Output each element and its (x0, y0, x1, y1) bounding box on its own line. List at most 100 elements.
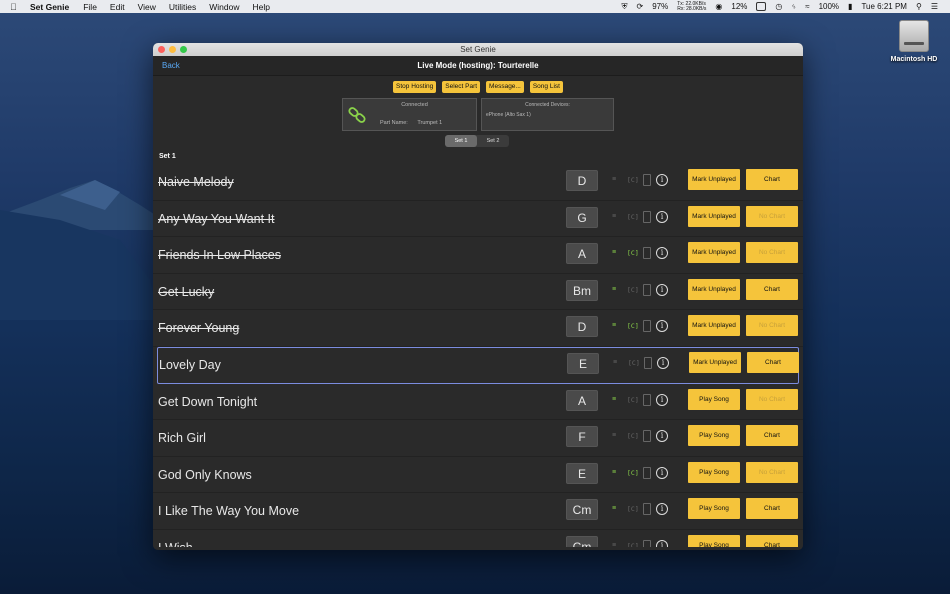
song-list[interactable]: Naive Melody D ≡ [C] i Mark Unplayed Chart Any … (153, 164, 803, 547)
apple-menu-icon[interactable]:  (10, 2, 24, 12)
chords-icon[interactable]: [C] (627, 540, 639, 547)
song-key[interactable]: Bm (566, 279, 598, 301)
play-song-button[interactable]: Play Song (688, 425, 740, 447)
no-chart-button[interactable]: No Chart (746, 205, 798, 227)
chords-icon[interactable]: [C] (627, 503, 639, 515)
wifi-icon[interactable]: ≈ (805, 2, 809, 11)
lyrics-icon[interactable]: ≡ (612, 430, 622, 442)
info-icon[interactable]: i (656, 247, 668, 260)
select-part-button[interactable]: Select Part (442, 81, 481, 93)
song-row[interactable]: Get Down Tonight A ≡ [C] i Play Song No Chart (153, 384, 803, 421)
title-bar[interactable]: Set Genie (153, 43, 803, 56)
clock[interactable]: Tue 6:21 PM (861, 2, 907, 11)
lyrics-icon[interactable]: ≡ (612, 247, 622, 259)
chords-icon[interactable]: [C] (627, 430, 639, 442)
chords-icon[interactable]: [C] (627, 467, 639, 479)
mark-unplayed-button[interactable]: Mark Unplayed (688, 242, 740, 264)
menu-file[interactable]: File (83, 2, 97, 12)
chords-icon[interactable]: [C] (627, 284, 639, 296)
menu-edit[interactable]: Edit (110, 2, 125, 12)
no-chart-button[interactable]: No Chart (746, 388, 798, 410)
lyrics-icon[interactable]: ≡ (612, 320, 622, 332)
song-row[interactable]: Get Lucky Bm ≡ [C] i Mark Unplayed Chart (153, 274, 803, 311)
play-song-button[interactable]: Play Song (688, 498, 740, 520)
chart-button[interactable]: Chart (747, 352, 799, 373)
zoom-button[interactable] (180, 46, 187, 53)
chords-icon[interactable]: [C] (627, 320, 639, 332)
chords-icon[interactable]: [C] (627, 211, 639, 223)
back-button[interactable]: Back (162, 61, 180, 70)
lyrics-icon[interactable]: ≡ (612, 394, 622, 406)
info-icon[interactable]: i (656, 430, 668, 443)
song-key[interactable]: A (566, 389, 598, 411)
song-row[interactable]: Naive Melody D ≡ [C] i Mark Unplayed Chart (153, 164, 803, 201)
lyrics-icon[interactable]: ≡ (612, 467, 622, 479)
notes-icon[interactable] (644, 357, 652, 369)
mark-unplayed-button[interactable]: Mark Unplayed (688, 278, 740, 300)
battery-percent[interactable]: 100% (819, 2, 839, 11)
notes-icon[interactable] (643, 466, 651, 479)
notes-icon[interactable] (643, 247, 651, 260)
info-icon[interactable]: i (657, 357, 669, 369)
chart-button[interactable]: Chart (746, 535, 798, 547)
song-key[interactable]: D (566, 170, 598, 191)
chart-button[interactable]: Chart (746, 425, 798, 447)
close-button[interactable] (158, 46, 165, 53)
lyrics-icon[interactable]: ≡ (612, 540, 622, 547)
mark-unplayed-button[interactable]: Mark Unplayed (688, 315, 740, 337)
notes-icon[interactable] (643, 540, 651, 547)
chart-button[interactable]: Chart (746, 278, 798, 300)
info-icon[interactable]: i (656, 320, 668, 333)
menu-help[interactable]: Help (253, 2, 270, 12)
battery-percent-1[interactable]: 97% (652, 2, 668, 11)
notes-icon[interactable] (643, 283, 651, 296)
info-icon[interactable]: i (656, 210, 668, 223)
song-key[interactable]: A (566, 243, 598, 265)
control-center-icon[interactable]: ☰ (931, 2, 938, 11)
play-song-button[interactable]: Play Song (688, 461, 740, 483)
song-key[interactable]: D (566, 316, 598, 338)
info-icon[interactable]: i (656, 503, 668, 516)
notes-icon[interactable] (643, 210, 651, 223)
lyrics-icon[interactable]: ≡ (612, 174, 622, 186)
song-key[interactable]: Cm (566, 499, 598, 521)
no-chart-button[interactable]: No Chart (746, 242, 798, 264)
battery-icon[interactable]: ▮ (848, 2, 852, 11)
song-row[interactable]: Forever Young D ≡ [C] i Mark Unplayed No Chart (153, 310, 803, 347)
song-list-button[interactable]: Song List (529, 81, 563, 93)
chart-button[interactable]: Chart (746, 498, 798, 520)
play-song-button[interactable]: Play Song (688, 535, 740, 547)
notes-icon[interactable] (643, 320, 651, 333)
chords-icon[interactable]: [C] (627, 247, 639, 259)
notes-icon[interactable] (643, 393, 651, 406)
play-song-button[interactable]: Play Song (688, 388, 740, 410)
chords-icon[interactable]: [C] (627, 394, 639, 406)
menu-window[interactable]: Window (209, 2, 239, 12)
time-machine-icon[interactable]: ◷ (775, 2, 782, 11)
shield-icon[interactable]: ⛨ (621, 2, 627, 12)
song-row[interactable]: I Like The Way You Move Cm ≡ [C] i Play Song C… (153, 493, 803, 530)
info-icon[interactable]: i (656, 540, 668, 547)
lyrics-icon[interactable]: ≡ (612, 503, 622, 515)
song-key[interactable]: G (566, 206, 598, 228)
no-chart-button[interactable]: No Chart (746, 315, 798, 337)
chart-button[interactable]: Chart (746, 169, 798, 190)
song-key[interactable]: Cm (566, 536, 598, 547)
chords-icon[interactable]: [C] (627, 174, 639, 186)
desktop-disk[interactable]: Macintosh HD (886, 20, 942, 63)
cpu-indicator[interactable]: 12% (731, 2, 747, 11)
lyrics-icon[interactable]: ≡ (613, 357, 623, 369)
sync-icon[interactable]: ⟳ (636, 2, 643, 11)
mark-unplayed-button[interactable]: Mark Unplayed (688, 169, 740, 190)
song-key[interactable]: E (567, 353, 599, 374)
song-key[interactable]: E (566, 462, 598, 484)
song-row[interactable]: Rich Girl F ≡ [C] i Play Song Chart (153, 420, 803, 457)
lyrics-icon[interactable]: ≡ (612, 284, 622, 296)
minimize-button[interactable] (169, 46, 176, 53)
song-row[interactable]: Lovely Day E ≡ [C] i Mark Unplayed Chart (157, 347, 799, 384)
menu-utilities[interactable]: Utilities (169, 2, 196, 12)
mark-unplayed-button[interactable]: Mark Unplayed (689, 352, 741, 373)
chords-icon[interactable]: [C] (628, 357, 640, 369)
network-stats[interactable]: Tx: 22.0KB/s Rx: 28.0KB/s (677, 1, 706, 12)
song-row[interactable]: God Only Knows E ≡ [C] i Play Song No Chart (153, 457, 803, 494)
